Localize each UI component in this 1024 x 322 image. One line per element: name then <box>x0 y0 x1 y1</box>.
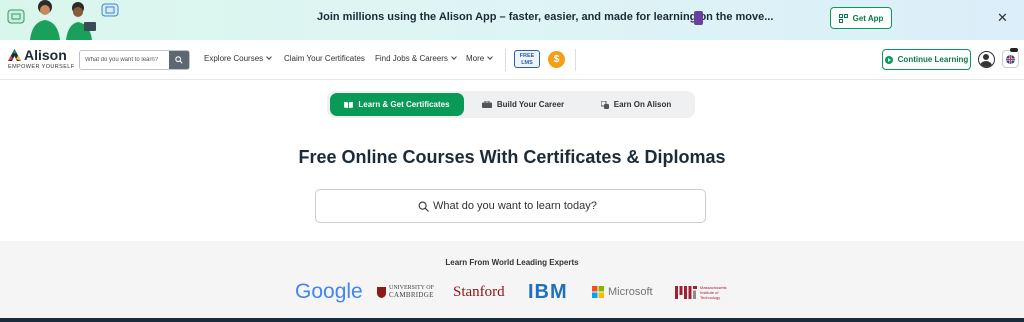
search-icon <box>418 201 429 212</box>
microsoft-logo-text: Microsoft <box>608 286 653 298</box>
qr-code-icon <box>838 13 848 23</box>
mit-logo: Massachusetts Institute of Technology <box>675 281 727 303</box>
app-promo-banner: Join millions using the Alison App – fas… <box>0 0 1024 40</box>
uk-flag-icon <box>1006 54 1015 64</box>
nav-explore-courses[interactable]: Explore Courses <box>204 54 272 63</box>
get-app-label: Get App <box>852 13 884 23</box>
partners-section: Learn From World Leading Experts Google … <box>0 241 1024 318</box>
tab-earn-on-alison[interactable]: Earn On Alison <box>582 93 690 116</box>
ibm-logo-text: IBM <box>528 280 568 303</box>
nav-claim-certificates[interactable]: Claim Your Certificates <box>284 54 365 63</box>
search-icon <box>175 56 183 64</box>
mit-caption-line3: Technology <box>700 294 721 300</box>
banner-text: Join millions using the Alison App – fas… <box>317 11 774 23</box>
nav-search-input[interactable] <box>80 51 170 69</box>
chevron-down-icon <box>266 54 272 60</box>
ibm-logo: IBM <box>528 281 568 303</box>
mit-mark-icon <box>675 285 697 299</box>
tab-career-label: Build Your Career <box>496 100 565 109</box>
chevron-down-icon <box>451 54 457 60</box>
book-icon <box>344 101 354 108</box>
nav-search <box>79 50 190 70</box>
nav-find-jobs-label: Find Jobs & Careers <box>375 54 448 63</box>
earn-icon <box>600 100 609 109</box>
nav-more[interactable]: More <box>466 54 494 63</box>
cambridge-line2: CAMBRIDGE <box>389 291 434 299</box>
briefcase-icon <box>481 101 492 108</box>
free-lms-line2: LMS <box>521 60 533 66</box>
cambridge-logo: UNIVERSITY OF CAMBRIDGE <box>377 281 434 303</box>
language-selector[interactable] <box>1002 50 1019 68</box>
tab-learn-certificates[interactable]: Learn & Get Certificates <box>330 93 464 116</box>
coin-icon[interactable]: $ <box>548 51 565 68</box>
google-logo-text: Google <box>295 280 363 303</box>
alison-logo-icon <box>8 49 21 61</box>
get-app-button[interactable]: Get App <box>830 7 892 29</box>
notification-badge <box>1010 48 1018 52</box>
nav-find-jobs[interactable]: Find Jobs & Careers <box>375 54 457 63</box>
nav-explore-courses-label: Explore Courses <box>204 54 264 63</box>
audience-tabs: Learn & Get Certificates Build Your Care… <box>327 91 695 118</box>
tab-build-career[interactable]: Build Your Career <box>469 93 577 116</box>
mit-caption-line1: Massachusetts <box>700 284 727 290</box>
hero-search-input[interactable] <box>433 200 603 212</box>
microsoft-logo: Microsoft <box>592 281 653 303</box>
phone-icon <box>694 11 703 25</box>
chevron-down-icon <box>487 54 494 60</box>
tab-learn-label: Learn & Get Certificates <box>358 100 450 109</box>
stanford-logo-text: Stanford <box>453 283 505 300</box>
microsoft-windows-icon <box>592 286 604 298</box>
footer-edge <box>0 318 1024 322</box>
google-logo: Google <box>295 280 363 303</box>
free-lms-line1: FREE <box>519 53 535 59</box>
partners-title: Learn From World Leading Experts <box>445 258 579 267</box>
stanford-logo: Stanford <box>453 281 505 303</box>
logo-tagline: EMPOWER YOURSELF <box>8 64 75 70</box>
nav-divider <box>505 49 506 71</box>
nav-more-label: More <box>466 54 485 63</box>
tab-earn-label: Earn On Alison <box>613 100 672 109</box>
hero-search[interactable] <box>315 189 706 223</box>
free-lms-badge[interactable]: FREE LMS <box>514 50 540 68</box>
continue-learning-label: Continue Learning <box>897 55 969 64</box>
user-avatar[interactable] <box>978 51 995 68</box>
close-icon[interactable]: ✕ <box>997 11 1008 25</box>
continue-learning-button[interactable]: Continue Learning <box>882 49 971 70</box>
logo-name: Alison <box>24 47 67 63</box>
alison-logo[interactable]: Alison EMPOWER YOURSELF <box>8 47 75 70</box>
page-title: Free Online Courses With Certificates & … <box>298 147 726 167</box>
cambridge-crest-icon <box>377 286 386 298</box>
nav-divider <box>575 49 576 71</box>
play-icon <box>884 55 893 64</box>
nav-claim-certificates-label: Claim Your Certificates <box>284 54 365 63</box>
main-navbar: Alison EMPOWER YOURSELF Explore Courses … <box>0 40 1024 80</box>
banner-illustration <box>0 0 125 40</box>
nav-search-button[interactable] <box>169 51 189 69</box>
